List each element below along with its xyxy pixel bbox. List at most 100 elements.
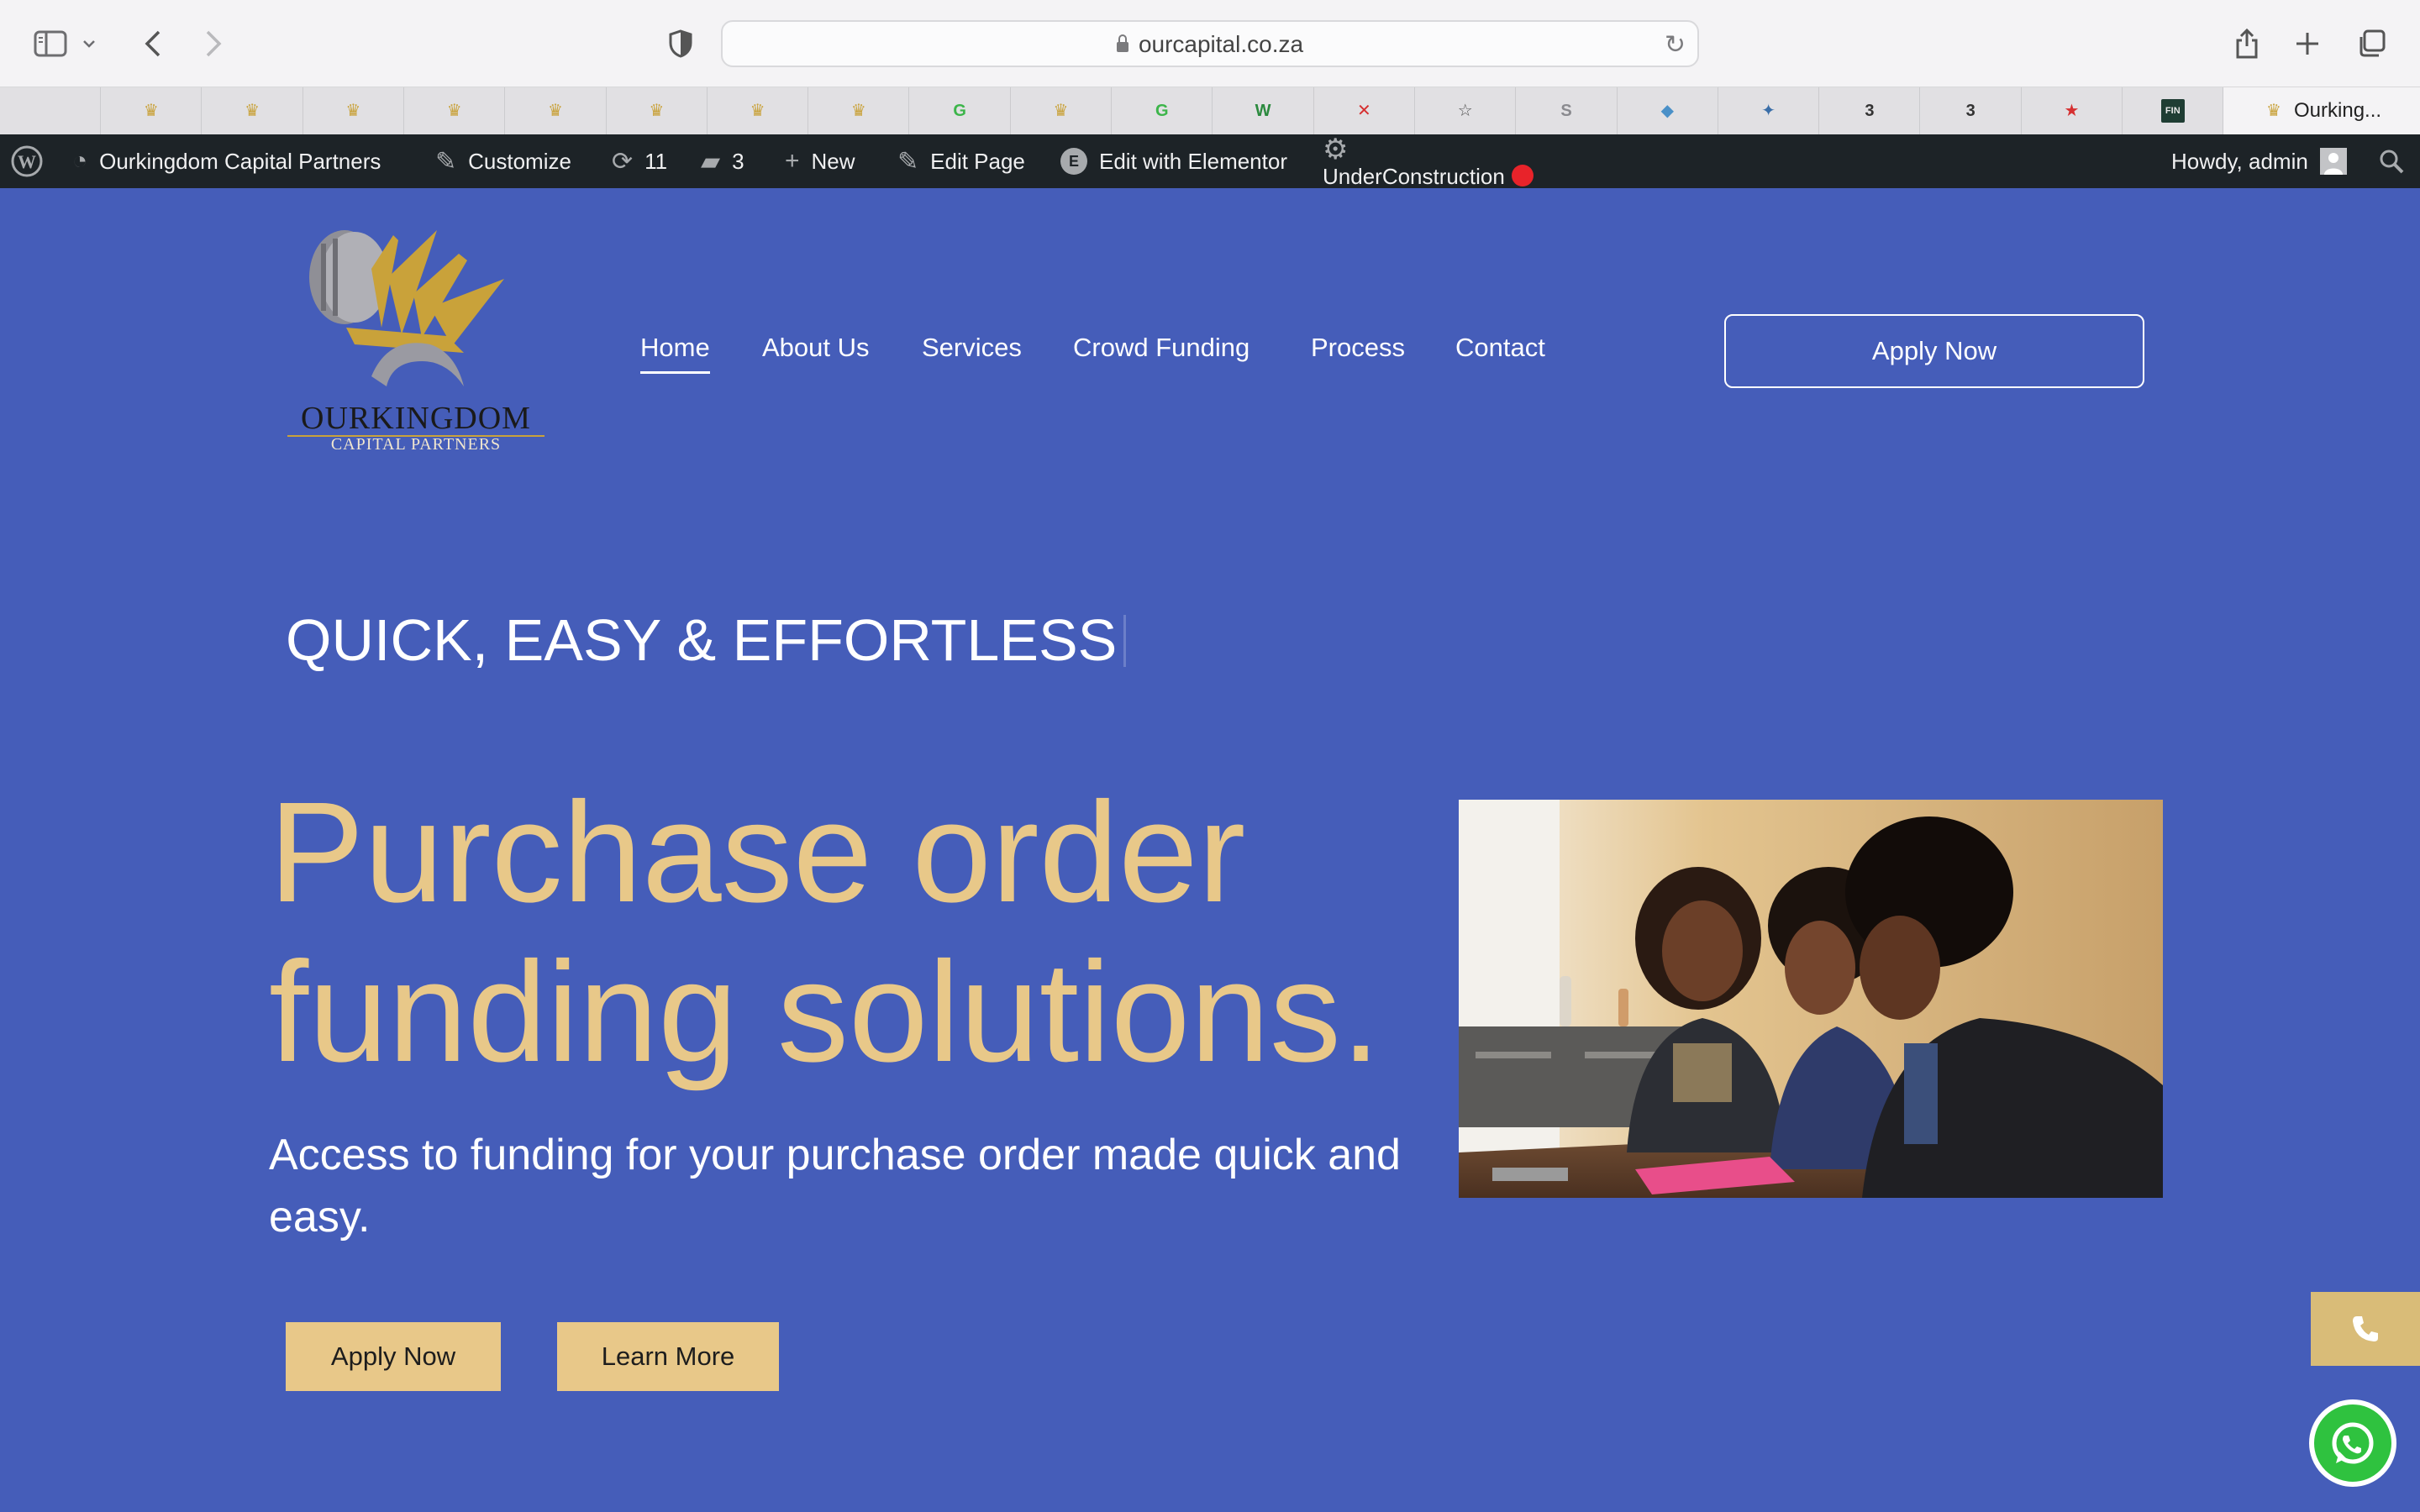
admin-edit-elementor[interactable]: E Edit with Elementor xyxy=(1060,134,1287,188)
favorite-tab[interactable]: W xyxy=(1213,87,1314,134)
privacy-shield-icon[interactable] xyxy=(662,25,699,62)
nav-services[interactable]: Services xyxy=(922,333,1022,363)
plus-icon[interactable] xyxy=(2289,25,2326,62)
tabs-overview-icon[interactable] xyxy=(2353,25,2390,62)
share-icon[interactable] xyxy=(2228,25,2265,62)
favicon-icon: ✕ xyxy=(1357,102,1371,120)
favorite-tab[interactable]: G xyxy=(1112,87,1213,134)
favorite-tab[interactable]: ♛ xyxy=(808,87,910,134)
reload-icon[interactable]: ↻ xyxy=(1665,30,1686,60)
address-bar[interactable]: ourcapital.co.za ↻ xyxy=(721,20,1699,67)
tab-title: Ourking... xyxy=(2294,99,2382,122)
favicon-icon: 3 xyxy=(1865,102,1875,120)
team-meeting-photo xyxy=(1459,800,2163,1198)
favicon-icon: ♛ xyxy=(143,102,159,120)
brush-icon: ✎ xyxy=(435,147,457,176)
admin-under-construction[interactable]: ⚙ UnderConstruction xyxy=(1323,134,1534,189)
dashboard-icon: ◔ xyxy=(72,147,88,175)
favicon-icon: 3 xyxy=(1965,102,1975,120)
headline-line-1: Purchase order xyxy=(269,773,1246,932)
admin-updates[interactable]: ⟳ 11 xyxy=(612,134,667,188)
pencil-icon: ✎ xyxy=(897,147,919,176)
whatsapp-icon[interactable] xyxy=(2309,1399,2396,1487)
typing-caret xyxy=(1123,615,1127,667)
elementor-icon: E xyxy=(1060,148,1087,175)
favicon-icon: ♛ xyxy=(345,102,361,120)
crown-favicon-icon: ♛ xyxy=(2266,102,2281,120)
nav-crowd-funding[interactable]: Crowd Funding xyxy=(1073,333,1249,363)
favicon-icon: ★ xyxy=(2064,102,2080,120)
favorite-tab[interactable]: 3 xyxy=(1819,87,1921,134)
back-icon[interactable] xyxy=(134,25,171,62)
favorite-tab[interactable]: ☆ xyxy=(1415,87,1517,134)
tab-bar: FIN ★ 3 3 ✦ ◆ S ☆ ✕ W G ♛ G ♛ ♛ ♛ ♛ ♛ ♛ ♛ ♛ ♛ Ourking... xyxy=(0,87,2420,135)
favorite-tab[interactable]: ♛ xyxy=(101,87,203,134)
nav-process[interactable]: Process xyxy=(1311,333,1405,363)
hero-learn-more-button[interactable]: Learn More xyxy=(557,1322,779,1391)
wordpress-logo-icon[interactable]: W xyxy=(10,134,44,188)
favorite-tab[interactable]: ♛ xyxy=(607,87,708,134)
favorite-tab[interactable]: 3 xyxy=(1921,87,2022,134)
admin-site-name[interactable]: ◔ Ourkingdom Capital Partners xyxy=(72,134,381,188)
nav-contact[interactable]: Contact xyxy=(1455,333,1545,363)
admin-edit-page[interactable]: ✎ Edit Page xyxy=(897,134,1025,188)
favicon-icon: ♛ xyxy=(1053,102,1069,120)
favorite-tab[interactable]: FIN xyxy=(2123,87,2224,134)
favicon-icon: G xyxy=(953,102,966,120)
favorite-tab[interactable]: ♛ xyxy=(404,87,506,134)
admin-comments[interactable]: ▰ 3 xyxy=(701,134,744,188)
admin-new[interactable]: + New xyxy=(785,134,855,188)
hero-apply-button[interactable]: Apply Now xyxy=(286,1322,501,1391)
favorite-tab[interactable]: ◆ xyxy=(1618,87,1718,134)
favorite-tab[interactable]: ♛ xyxy=(303,87,404,134)
favicon-icon: FIN xyxy=(2160,99,2185,123)
site-logo[interactable]: Ourkingdom CAPITAL PARTNERS xyxy=(287,227,544,455)
hero-headline: Purchase order funding solutions. xyxy=(269,773,1479,1092)
avatar xyxy=(2319,148,2347,175)
favicon-icon: ♛ xyxy=(548,102,563,120)
favorite-tab[interactable]: ♛ xyxy=(506,87,607,134)
favicon-icon: ♛ xyxy=(850,102,866,120)
admin-account[interactable]: Howdy, admin xyxy=(2171,134,2347,188)
hero-kicker: QUICK, EASY & EFFORTLESS xyxy=(286,606,1127,674)
nav-about-us[interactable]: About Us xyxy=(762,333,870,363)
favicon-icon: S xyxy=(1560,102,1572,120)
lock-icon xyxy=(1116,34,1128,52)
favicon-icon: ♛ xyxy=(649,102,665,120)
svg-text:W: W xyxy=(18,151,36,172)
wp-admin-bar: W ◔ Ourkingdom Capital Partners ✎ Customiz… xyxy=(0,134,2420,189)
headline-line-2: funding solutions. xyxy=(269,932,1381,1092)
favorite-tab[interactable]: ★ xyxy=(2022,87,2123,134)
browser-toolbar: ourcapital.co.za ↻ xyxy=(0,0,2420,87)
favorite-tab[interactable]: S xyxy=(1517,87,1618,134)
hero-subline: Access to funding for your purchase orde… xyxy=(269,1131,1401,1242)
forward-icon[interactable] xyxy=(195,25,232,62)
favorite-tab[interactable]: G xyxy=(910,87,1011,134)
favicon-icon: ✦ xyxy=(1761,102,1776,120)
updates-icon: ⟳ xyxy=(612,147,634,176)
crown-coins-logo-icon xyxy=(309,230,504,386)
favorite-tab[interactable]: ♛ xyxy=(1011,87,1112,134)
header-apply-button[interactable]: Apply Now xyxy=(1724,314,2144,388)
favorite-tab[interactable]: ♛ xyxy=(708,87,809,134)
favicon-icon: ☆ xyxy=(1457,102,1473,120)
favorite-tab[interactable]: ♛ xyxy=(203,87,303,134)
favorite-tab[interactable]: ✕ xyxy=(1314,87,1415,134)
nav-home[interactable]: Home xyxy=(640,333,710,374)
url-text: ourcapital.co.za xyxy=(1138,31,1304,57)
logo-subtitle: CAPITAL PARTNERS xyxy=(330,435,502,454)
favorite-tab[interactable] xyxy=(0,87,101,134)
favicon-icon: ♛ xyxy=(245,102,260,120)
plus-icon: + xyxy=(785,147,800,175)
sidebar-icon[interactable] xyxy=(32,25,69,62)
chevron-down-icon[interactable] xyxy=(79,25,99,62)
favicon-icon: W xyxy=(1255,102,1271,120)
admin-search-icon[interactable] xyxy=(2378,134,2405,188)
favorite-tab[interactable]: ✦ xyxy=(1718,87,1820,134)
favicon-icon: G xyxy=(1155,102,1169,120)
favicon-icon: ◆ xyxy=(1660,102,1674,120)
admin-customize[interactable]: ✎ Customize xyxy=(435,134,571,188)
phone-icon[interactable] xyxy=(2311,1292,2420,1366)
favicon-icon: ♛ xyxy=(750,102,765,120)
tab-active[interactable]: ♛ Ourking... xyxy=(2223,87,2420,134)
